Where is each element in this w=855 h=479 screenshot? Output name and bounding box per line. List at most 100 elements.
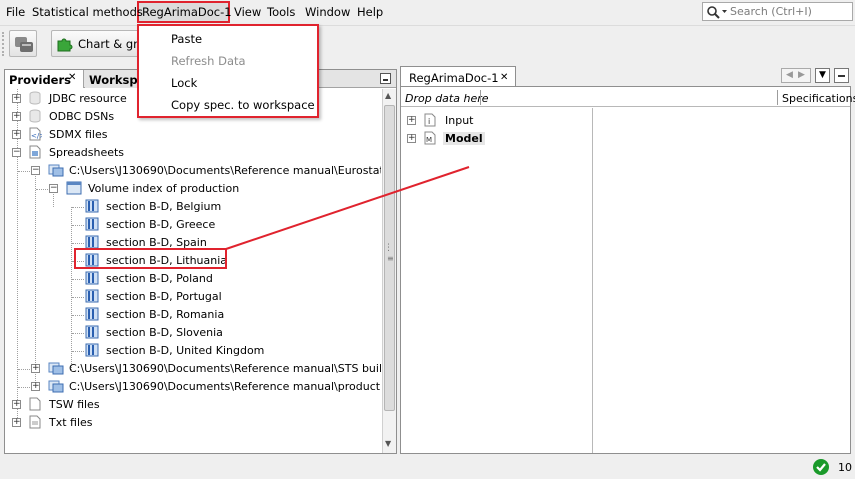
tree-item-tsw[interactable]: + TSW files: [5, 396, 375, 414]
expand-icon[interactable]: +: [407, 134, 416, 143]
scroll-up-icon[interactable]: ▲: [385, 91, 391, 100]
providers-tree: + JDBC resource + ODBC DSNs + </> SDMX f…: [5, 89, 381, 453]
database-icon: [13, 34, 35, 57]
menu-file[interactable]: File: [6, 5, 25, 19]
tree-item-series-greece[interactable]: section B-D, Greece: [5, 216, 375, 234]
grip-icon: ≡: [387, 254, 394, 263]
tab-providers[interactable]: Providers ✕: [5, 70, 84, 88]
tree-item-series-lithuania[interactable]: section B-D, Lithuania: [5, 252, 375, 270]
document-header: Drop data here Specifications: [401, 87, 855, 107]
tree-item-volume-index[interactable]: − Volume index of production: [5, 180, 375, 198]
svg-text:i: i: [428, 117, 430, 126]
search-icon[interactable]: [706, 5, 728, 22]
tree-item-series-spain[interactable]: section B-D, Spain: [5, 234, 375, 252]
chevron-left-icon[interactable]: ◀: [786, 70, 793, 80]
expand-icon[interactable]: +: [31, 364, 40, 373]
workspace-db-button[interactable]: [9, 30, 37, 57]
vertical-scrollbar[interactable]: ▲ ≡ ▼: [382, 89, 396, 453]
tree-item-label: Txt files: [49, 416, 93, 429]
close-icon[interactable]: ✕: [500, 72, 508, 83]
menu-item-paste[interactable]: Paste: [171, 32, 202, 46]
tree-item-series-slovenia[interactable]: section B-D, Slovenia: [5, 324, 375, 342]
document-panel: Drop data here Specifications + i Input …: [400, 86, 855, 454]
expand-icon[interactable]: +: [407, 116, 416, 125]
tab-scroll-buttons[interactable]: ◀ ▶: [781, 68, 811, 83]
tree-line: [72, 279, 84, 280]
tree-item-series-united-kingdom[interactable]: section B-D, United Kingdom: [5, 342, 375, 360]
expand-icon[interactable]: +: [31, 382, 40, 391]
tree-item-production-file[interactable]: + C:\Users\J130690\Documents\Reference m…: [5, 378, 381, 396]
tree-item-series-romania[interactable]: section B-D, Romania: [5, 306, 375, 324]
xml-file-icon: </>: [28, 127, 45, 141]
tree-item-series-poland[interactable]: section B-D, Poland: [5, 270, 375, 288]
tree-item-label: section B-D, Portugal: [106, 290, 222, 303]
series-icon: [85, 325, 99, 339]
expand-icon[interactable]: +: [12, 130, 21, 139]
search-input[interactable]: Search (Ctrl+I): [702, 2, 853, 21]
menu-bar: File Statistical methods RegArimaDoc-1 V…: [0, 0, 855, 24]
series-icon: [85, 289, 99, 303]
tree-item-sts-file[interactable]: + C:\Users\J130690\Documents\Reference m…: [5, 360, 381, 378]
tree-item-label: section B-D, United Kingdom: [106, 344, 265, 357]
splitter[interactable]: [592, 108, 593, 453]
expand-icon[interactable]: +: [12, 94, 21, 103]
collapse-icon[interactable]: −: [49, 184, 58, 193]
svg-text:M: M: [426, 136, 432, 144]
expand-icon[interactable]: +: [12, 400, 21, 409]
tree-line: [72, 207, 84, 208]
tab-list-button[interactable]: ▼: [815, 68, 830, 83]
menu-statistical-methods[interactable]: Statistical methods: [32, 5, 143, 19]
collapse-icon[interactable]: −: [31, 166, 40, 175]
scrollbar-thumb[interactable]: ≡: [384, 105, 395, 411]
check-icon[interactable]: [812, 458, 830, 479]
tree-line: [72, 315, 84, 316]
tab-workspace[interactable]: Workspace: [85, 70, 140, 88]
series-icon: [85, 343, 99, 357]
menu-help[interactable]: Help: [357, 5, 383, 19]
maximize-button[interactable]: [834, 68, 849, 83]
chart-grid-button[interactable]: Chart & grid: [51, 30, 148, 57]
specifications-label[interactable]: Specifications: [782, 92, 855, 105]
tree-item-label: JDBC resource: [49, 92, 127, 105]
tab-providers-label: Providers: [9, 73, 71, 87]
collapse-icon[interactable]: −: [12, 148, 21, 157]
doc-tree-item-model[interactable]: + M Model: [401, 130, 591, 148]
tree-item-txt[interactable]: + Txt files: [5, 414, 375, 432]
divider: [777, 90, 778, 105]
tree-item-label: Spreadsheets: [49, 146, 125, 159]
tab-regarimadoc[interactable]: RegArimaDoc-1 ✕: [400, 66, 516, 86]
tree-item-eurostat-file[interactable]: − C:\Users\J130690\Documents\Reference m…: [5, 162, 381, 180]
menu-view[interactable]: View: [234, 5, 261, 19]
tree-item-spreadsheets[interactable]: − Spreadsheets: [5, 144, 375, 162]
expand-icon[interactable]: +: [12, 418, 21, 427]
menu-tools[interactable]: Tools: [267, 5, 295, 19]
menu-window[interactable]: Window: [305, 5, 350, 19]
tree-line: [18, 369, 32, 370]
splitter-grip-icon[interactable]: ⋮: [384, 243, 393, 253]
tree-item-sdmx[interactable]: + </> SDMX files: [5, 126, 375, 144]
menu-regarimadoc[interactable]: RegArimaDoc-1: [142, 5, 232, 19]
tree-line: [72, 297, 84, 298]
workbook-icon: [48, 163, 64, 177]
drop-data-label[interactable]: Drop data here: [405, 92, 489, 105]
file-icon: [28, 397, 42, 411]
scroll-down-icon[interactable]: ▼: [385, 439, 391, 448]
close-icon[interactable]: ✕: [68, 72, 76, 83]
chevron-right-icon[interactable]: ▶: [798, 70, 805, 80]
chevron-down-icon: ▼: [819, 70, 826, 80]
tree-item-label: C:\Users\J130690\Documents\Reference man…: [69, 362, 381, 375]
series-icon: [85, 253, 99, 267]
menu-item-copy-spec[interactable]: Copy spec. to workspace: [171, 98, 315, 112]
expand-icon[interactable]: +: [12, 112, 21, 121]
tree-item-series-portugal[interactable]: section B-D, Portugal: [5, 288, 375, 306]
puzzle-icon: [56, 35, 74, 56]
series-icon: [85, 235, 99, 249]
tree-line: [72, 261, 84, 262]
series-icon: [85, 307, 99, 321]
menu-item-refresh-data[interactable]: Refresh Data: [171, 54, 246, 68]
minimize-icon[interactable]: [380, 73, 391, 84]
tree-line: [72, 351, 84, 352]
doc-tree-item-input[interactable]: + i Input: [401, 112, 591, 130]
menu-item-lock[interactable]: Lock: [171, 76, 197, 90]
tree-item-series-belgium[interactable]: section B-D, Belgium: [5, 198, 375, 216]
